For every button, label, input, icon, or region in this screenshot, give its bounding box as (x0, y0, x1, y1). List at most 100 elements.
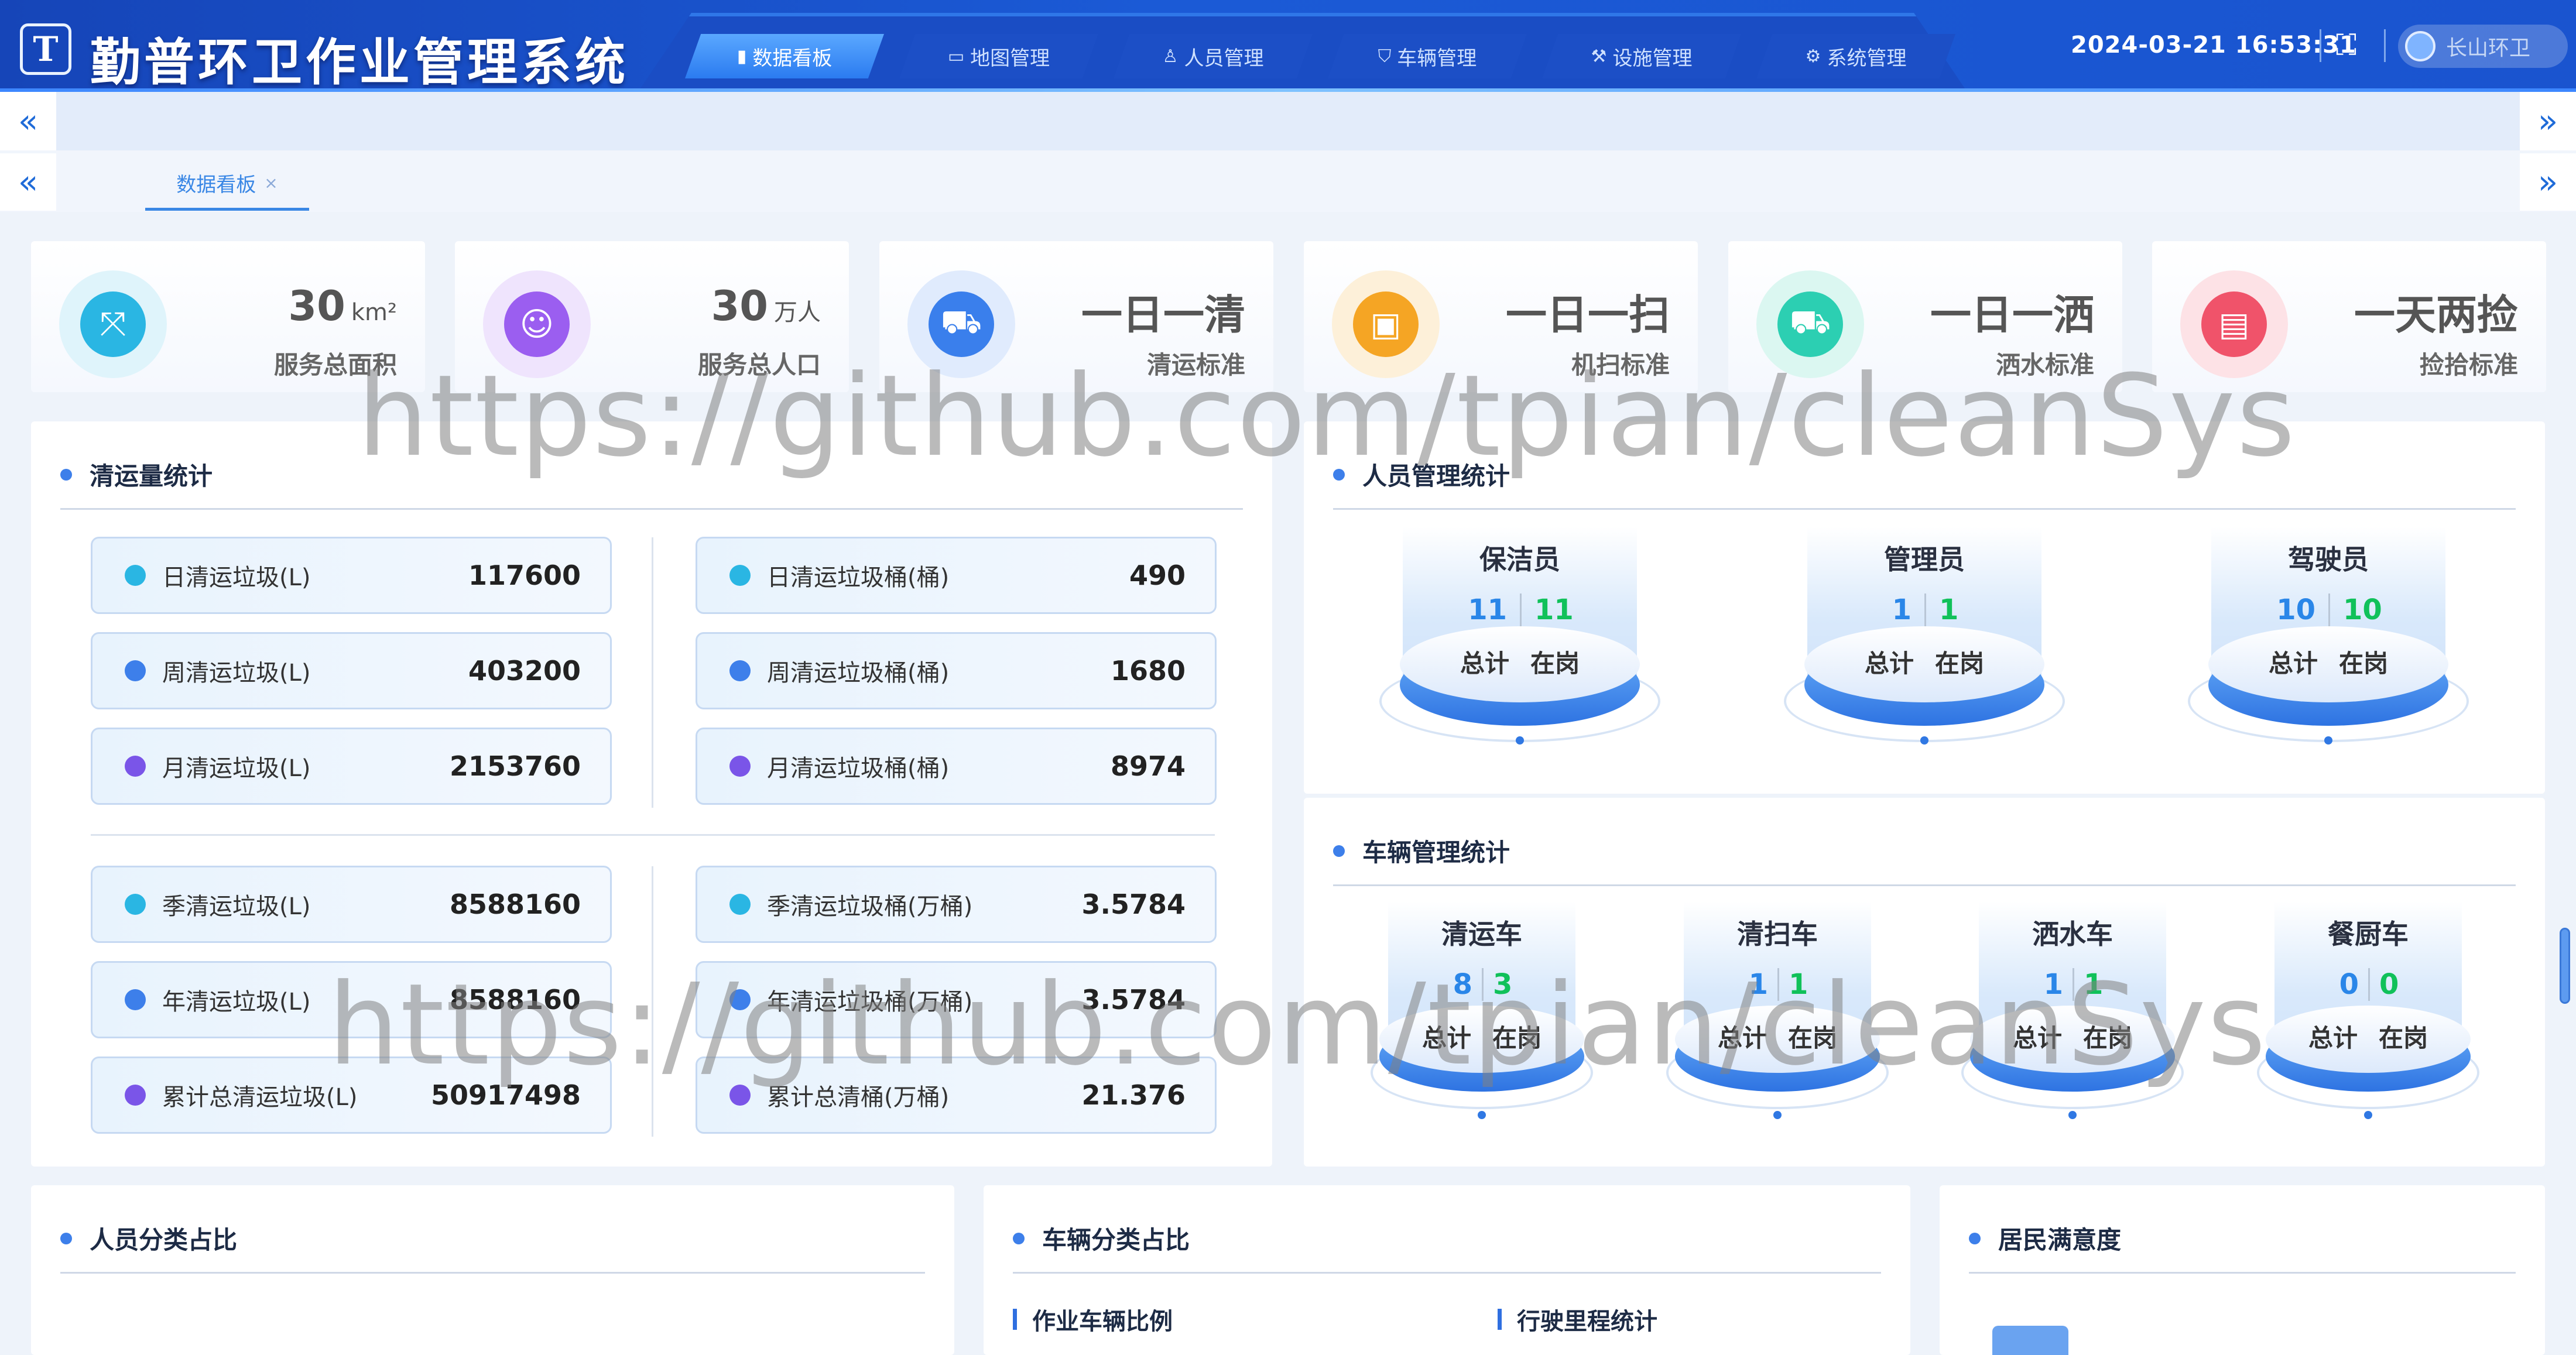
stat-number: 一日一洒 (1930, 291, 2094, 339)
panel-title: 居民满意度 (1998, 1226, 2122, 1254)
nav-item-label: 系统管理 (1827, 46, 1907, 70)
nav-item-label: 地图管理 (970, 46, 1050, 70)
podium-title: 保洁员 (1479, 544, 1560, 575)
bullet-dot-icon (729, 660, 751, 681)
podium-dot (2324, 736, 2332, 745)
expand-right-icon[interactable]: » (2520, 92, 2576, 150)
nav-item[interactable]: ▭ 地图管理 (899, 34, 1098, 78)
haul-stat-value: 403200 (468, 655, 581, 687)
total-count: 1 (1892, 594, 1912, 626)
stat-value: 一日一扫 (1506, 282, 1670, 341)
close-icon[interactable]: × (264, 173, 278, 193)
user-icon: ♙ (1162, 46, 1179, 67)
staff-ratio-panel: 人员分类占比 (31, 1185, 954, 1355)
tab-label: 数据看板 (176, 173, 256, 197)
stat-number: 30 (288, 282, 345, 330)
bullet-dot-icon (125, 660, 146, 681)
bullet-dot-icon (125, 894, 146, 915)
haul-stat-value: 8588160 (449, 889, 581, 920)
user-menu[interactable]: 长山环卫 (2398, 25, 2568, 68)
current-datetime: 2024-03-21 16:53:31 (2071, 32, 2356, 59)
haul-stat-row: 季清运垃圾桶(万桶) 3.5784 (696, 866, 1217, 943)
haul-stat-row: 月清运垃圾桶(桶) 8974 (696, 728, 1217, 805)
panel-title: 人员分类占比 (90, 1226, 238, 1254)
podium-labels: 总计 在岗 (2257, 1018, 2479, 1054)
tab-dashboard[interactable]: 数据看板 × (145, 158, 309, 211)
nav-item[interactable]: ▮ 数据看板 (685, 34, 884, 78)
nav-item-label: 设施管理 (1612, 46, 1693, 70)
bullet-dot-icon (729, 756, 751, 777)
podium-title: 清扫车 (1737, 918, 1818, 950)
stat-value: 一日一洒 (1930, 282, 2094, 341)
haul-stat-name: 日清运垃圾(L) (162, 564, 311, 591)
panel-header: 车辆分类占比 (1013, 1220, 1190, 1256)
nav-item-label: 车辆管理 (1397, 46, 1477, 70)
shield-icon: ⛉ (1378, 46, 1392, 67)
bullet-icon (1969, 1232, 1981, 1244)
podium-title: 驾驶员 (2288, 544, 2369, 575)
satisfaction-panel: 居民满意度 (1940, 1185, 2545, 1355)
stat-unit: km² (351, 299, 397, 326)
nav-item-label: 数据看板 (752, 46, 833, 70)
haul-stat-row: 周清运垃圾桶(桶) 1680 (696, 632, 1217, 709)
podium-dot (1920, 736, 1928, 745)
area-icon: ⤧ (80, 291, 146, 357)
haul-stat-value: 3.5784 (1081, 889, 1186, 920)
bullet-icon (1333, 845, 1345, 857)
haul-stat-row: 日清运垃圾(L) 117600 (91, 537, 612, 614)
panel-divider (1969, 1272, 2516, 1274)
total-label: 总计 (1864, 649, 1914, 678)
haul-stat-value: 490 (1129, 560, 1186, 591)
nav-item[interactable]: ⚙ 系统管理 (1756, 34, 1955, 78)
haul-stat-row: 季清运垃圾(L) 8588160 (91, 866, 612, 943)
stat-podium: 驾驶员 10 10 总计 在岗 (2188, 527, 2469, 749)
stat-unit: 万人 (774, 299, 821, 326)
stat-value: 一日一清 (1081, 282, 1245, 341)
page-scrollbar[interactable] (2560, 928, 2570, 1004)
subheading-label: 作业车辆比例 (1032, 1308, 1173, 1335)
nav-item[interactable]: ♙ 人员管理 (1114, 34, 1313, 78)
tabs-scroll-left-icon[interactable]: « (0, 153, 56, 211)
person-card-icon: ☺ (504, 291, 570, 357)
nav-item-label: 人员管理 (1184, 46, 1264, 70)
podium-values: 11 11 (1382, 594, 1657, 626)
stat-number: 一日一清 (1081, 291, 1245, 339)
panel-title: 清运量统计 (90, 462, 213, 490)
water-truck-icon: ⛟ (1777, 291, 1843, 357)
watermark-text: https://github.com/tpian/cleanSys (328, 960, 2267, 1090)
pickup-basket-icon: ▤ (2201, 291, 2267, 357)
total-count: 0 (2339, 968, 2359, 1001)
fullscreen-icon[interactable]: ⛶ (2336, 28, 2356, 63)
total-count: 11 (1468, 594, 1507, 626)
haul-stat-value: 2153760 (449, 750, 581, 782)
bullet-icon (60, 468, 72, 481)
haul-stat-value: 1680 (1110, 655, 1186, 687)
tab-bar (0, 150, 2576, 212)
haul-stat-name: 周清运垃圾桶(桶) (767, 660, 950, 687)
bullet-dot-icon (125, 989, 146, 1010)
wrench-icon: ⚒ (1591, 46, 1607, 67)
podium-labels: 总计 在岗 (1382, 644, 1657, 680)
collapse-left-icon[interactable]: « (0, 92, 56, 150)
nav-item[interactable]: ⛉ 车辆管理 (1328, 34, 1527, 78)
app-logo: T (20, 23, 71, 75)
tabs-scroll-right-icon[interactable]: » (2520, 153, 2576, 211)
stat-number: 一日一扫 (1506, 291, 1670, 339)
total-count: 10 (2276, 594, 2315, 626)
satisfaction-bar (1992, 1326, 2068, 1355)
stat-podium: 保洁员 11 11 总计 在岗 (1379, 527, 1660, 749)
podium-values: 10 10 (2191, 594, 2466, 626)
podium-values: 11 (1787, 594, 2062, 626)
monitor-icon: ▭ (947, 46, 965, 67)
heading-bar (1498, 1309, 1502, 1330)
podium-dot (2364, 1111, 2372, 1119)
garbage-truck-icon: ⛟ (929, 291, 994, 357)
nav-item[interactable]: ⚒ 设施管理 (1542, 34, 1741, 78)
avatar (2405, 31, 2435, 61)
on-duty-count: 10 (2328, 594, 2393, 626)
total-label: 总计 (2308, 1024, 2358, 1052)
user-name: 长山环卫 (2446, 36, 2531, 60)
panel-divider (60, 508, 1243, 510)
bullet-dot-icon (125, 565, 146, 586)
podium-title: 管理员 (1884, 544, 1965, 575)
